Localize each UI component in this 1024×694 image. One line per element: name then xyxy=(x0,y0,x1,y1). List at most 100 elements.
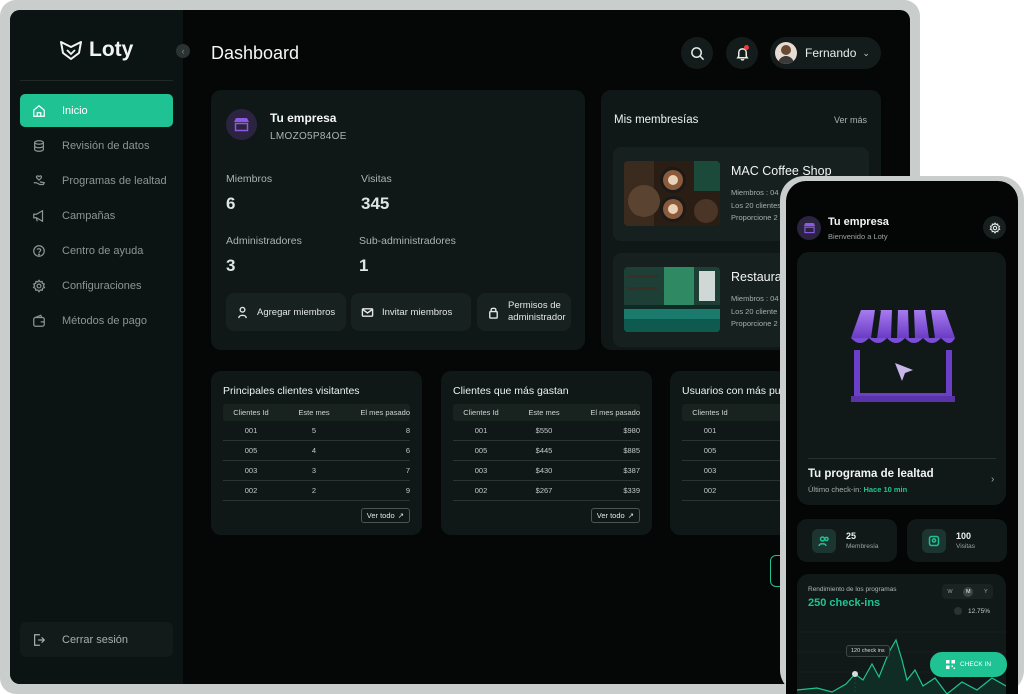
shop-proportion: Proporcione 2 xyxy=(731,319,778,328)
logo-icon xyxy=(60,41,82,60)
table-row: 003 $430 $387 xyxy=(453,461,640,481)
shop-members: Miembros : 04 xyxy=(731,188,779,197)
performance-value: 250 check-ins xyxy=(808,597,881,609)
restaurant-image xyxy=(624,267,720,332)
stat-label-subadmins: Sub-administradores xyxy=(359,235,456,247)
table-title: Clientes que más gastan xyxy=(453,385,569,397)
period-year[interactable]: Y xyxy=(984,589,988,595)
data-table: Clientes Id Este mes El mes pasado 001 5 8… xyxy=(223,404,410,501)
phone-screen: Tu empresa Bienvenido a Loty Tu programa… xyxy=(786,181,1018,694)
phone-welcome: Bienvenido a Loty xyxy=(828,232,888,241)
sidebar-item-centro-ayuda[interactable]: Centro de ayuda xyxy=(20,234,173,267)
column-header: El mes pasado xyxy=(360,408,410,417)
cell: 3 xyxy=(311,466,317,475)
table-row: 005 $445 $885 xyxy=(453,441,640,461)
cell: $267 xyxy=(535,486,553,495)
stat-label-admins: Administradores xyxy=(226,235,302,247)
sidebar-nav: Inicio Revisión de datos Programas de le… xyxy=(20,94,173,339)
user-menu[interactable]: Fernando ⌄ xyxy=(770,37,881,69)
cell: $885 xyxy=(623,446,640,455)
logout-button[interactable]: Cerrar sesión xyxy=(20,622,173,657)
cell: 2 xyxy=(311,486,317,495)
sidebar-item-label: Programas de lealtad xyxy=(62,174,167,187)
location-icon xyxy=(922,529,946,553)
users-icon xyxy=(812,529,836,553)
sidebar-divider xyxy=(20,80,173,81)
view-all-label: Ver todo xyxy=(366,511,395,520)
trend-icon xyxy=(954,607,962,615)
search-button[interactable] xyxy=(681,37,713,69)
cell: $339 xyxy=(623,486,640,495)
chevron-right-icon: › xyxy=(991,474,995,485)
loyalty-program-card[interactable]: Tu programa de lealtad Último check-in: … xyxy=(797,252,1006,505)
cell: 6 xyxy=(405,446,410,455)
user-plus-icon xyxy=(238,306,247,318)
stat-value-members: 6 xyxy=(226,194,236,213)
period-week[interactable]: W xyxy=(947,589,952,595)
invite-members-button[interactable]: Invitar miembros xyxy=(351,293,471,331)
qr-icon xyxy=(945,660,955,669)
view-all-button[interactable]: Ver todo ↗ xyxy=(360,508,410,523)
mail-icon xyxy=(361,307,374,317)
growth-percent-value: 12.75% xyxy=(968,607,991,615)
table-title: Principales clientes visitantes xyxy=(223,385,360,397)
lock-icon xyxy=(489,307,498,319)
column-header: Clientes Id xyxy=(233,408,269,417)
notifications-button[interactable] xyxy=(726,37,758,69)
arrow-up-right-icon: ↗ xyxy=(397,511,404,520)
admin-permissions-label: Permisos de administrador xyxy=(508,300,566,324)
cell: 003 xyxy=(703,466,717,475)
view-all-button[interactable]: Ver todo ↗ xyxy=(590,508,640,523)
check-in-label: CHECK IN xyxy=(959,661,992,668)
admin-permissions-button[interactable]: Permisos de administrador xyxy=(477,293,571,331)
page-title: Dashboard xyxy=(211,43,300,63)
sidebar-item-configuraciones[interactable]: Configuraciones xyxy=(20,269,173,302)
company-code: LMOZO5P84OE xyxy=(270,131,347,142)
cell: 8 xyxy=(405,426,410,435)
app-logo[interactable]: Loty xyxy=(59,38,133,62)
sidebar-item-campanas[interactable]: Campañas xyxy=(20,199,173,232)
cell: 003 xyxy=(474,466,488,475)
sidebar-item-programas-lealtad[interactable]: Programas de lealtad xyxy=(20,164,173,197)
sidebar-collapse-button[interactable]: ‹ xyxy=(176,44,190,58)
help-icon xyxy=(32,244,46,258)
memberships-more-link[interactable]: Ver más xyxy=(834,115,867,125)
logout-label: Cerrar sesión xyxy=(62,633,129,646)
user-name: Fernando xyxy=(805,46,857,60)
chart-tooltip: 120 check ins xyxy=(846,645,890,657)
cell: $445 xyxy=(535,446,553,455)
store-icon xyxy=(797,216,821,240)
period-selector[interactable]: W M Y xyxy=(942,584,993,599)
cell: $980 xyxy=(623,426,640,435)
database-icon xyxy=(32,139,46,153)
add-members-button[interactable]: Agregar miembros xyxy=(226,293,346,331)
sidebar-item-inicio[interactable]: Inicio xyxy=(20,94,173,127)
sidebar-item-metodos-pago[interactable]: Métodos de pago xyxy=(20,304,173,337)
members-stat-card[interactable]: 25 Membresía xyxy=(797,519,897,562)
view-all-label: Ver todo xyxy=(596,511,625,520)
stat-value-admins: 3 xyxy=(226,256,236,275)
cell: 001 xyxy=(474,426,488,435)
sidebar-item-label: Configuraciones xyxy=(62,279,142,292)
check-in-button[interactable]: CHECK IN xyxy=(930,652,1007,677)
sidebar: Loty Inicio Revisión de datos Programas … xyxy=(10,10,183,684)
sidebar-item-revision-datos[interactable]: Revisión de datos xyxy=(20,129,173,162)
column-header: Este mes xyxy=(298,408,330,417)
cell: 002 xyxy=(244,486,258,495)
cell: 005 xyxy=(703,446,717,455)
phone-settings-button[interactable] xyxy=(983,216,1006,239)
sidebar-item-label: Inicio xyxy=(62,104,88,117)
cell: 005 xyxy=(474,446,488,455)
stat-value-visits: 345 xyxy=(361,194,390,213)
cell: 002 xyxy=(474,486,488,495)
sidebar-item-label: Campañas xyxy=(62,209,116,222)
phone-frame: Tu empresa Bienvenido a Loty Tu programa… xyxy=(780,176,1024,694)
column-header: Clientes Id xyxy=(692,408,728,417)
column-header: El mes pasado xyxy=(590,408,640,417)
visits-stat-card[interactable]: 100 Visitas xyxy=(907,519,1007,562)
cell: $387 xyxy=(623,466,640,475)
coffee-shop-image xyxy=(624,161,720,226)
table-row: 003 3 7 xyxy=(223,461,410,481)
period-month[interactable]: M xyxy=(963,586,974,597)
shop-members: Miembros : 04 xyxy=(731,294,779,303)
